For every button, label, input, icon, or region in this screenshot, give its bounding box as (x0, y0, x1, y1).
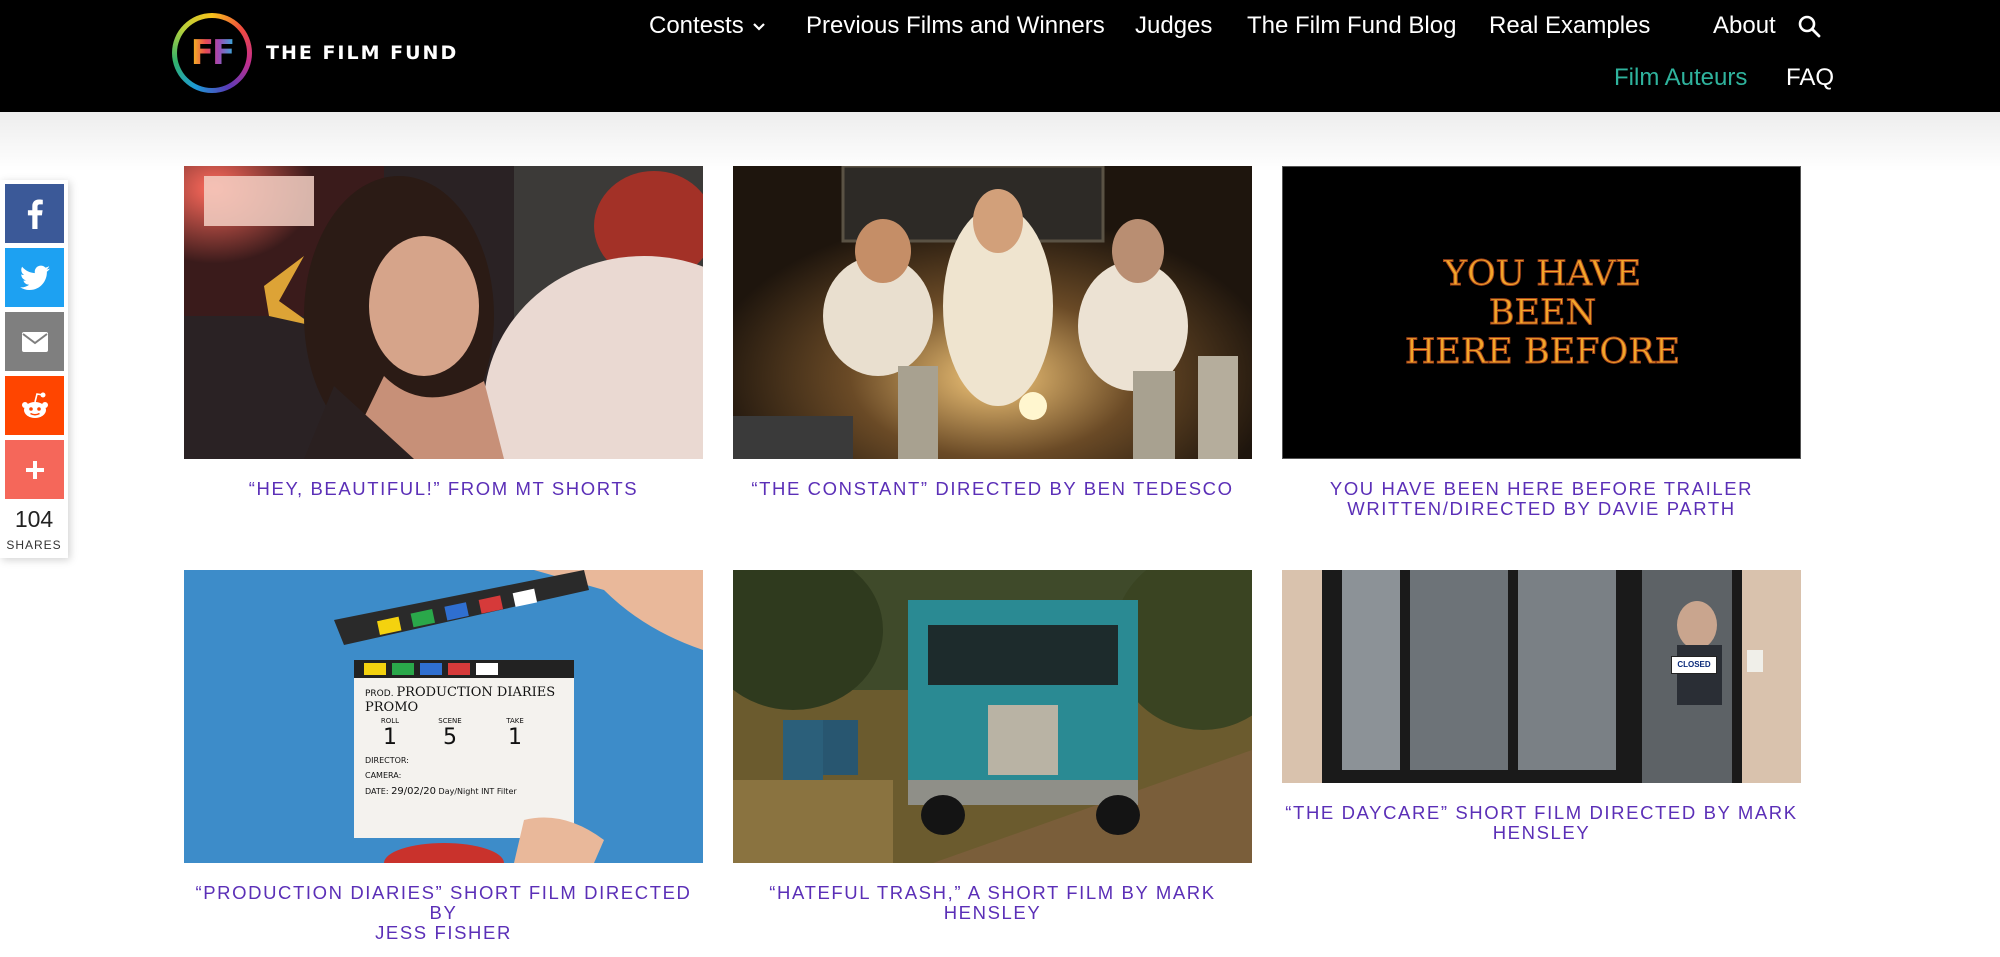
film-caption[interactable]: “THE CONSTANT” DIRECTED BY BEN TEDESCO (733, 479, 1252, 499)
film-card[interactable]: “HEY, BEAUTIFUL!” FROM MT SHORTS (184, 166, 703, 506)
thumbnail-title-line: YOU HAVE (1443, 254, 1642, 294)
share-sidebar (0, 180, 68, 558)
film-card[interactable]: “HATEFUL TRASH,” A SHORT FILM BY MARK HE… (733, 570, 1252, 950)
thumbnail-image (733, 570, 1252, 863)
film-caption[interactable]: “PRODUCTION DIARIES” SHORT FILM DIRECTED… (184, 883, 703, 943)
logo-ring: FF (172, 13, 252, 93)
thumbnail-image (733, 166, 1252, 459)
nav-contests[interactable]: Contests (649, 12, 766, 40)
closed-sign: CLOSED (1671, 656, 1717, 674)
search-icon[interactable] (1797, 14, 1821, 38)
nav-film-auteurs[interactable]: Film Auteurs (1614, 64, 1747, 92)
share-twitter-button[interactable] (5, 248, 64, 307)
film-card[interactable]: CLOSED “THE DAYCARE” SHORT FILM DIRECTED… (1282, 570, 1801, 870)
thumbnail-title-line: BEEN (1488, 293, 1597, 333)
clapperboard-slate: PROD. PRODUCTION DIARIES PROMO ROLL 1 SCE… (365, 685, 556, 797)
site-header: FF THE FILM FUND Contests Previous Films… (0, 0, 2000, 112)
nav-faq[interactable]: FAQ (1786, 64, 1834, 92)
nav-previous-films[interactable]: Previous Films and Winners (806, 12, 1105, 40)
film-card[interactable]: PROD. PRODUCTION DIARIES PROMO ROLL 1 SCE… (184, 570, 703, 950)
nav-about[interactable]: About (1713, 12, 1776, 40)
site-name: THE FILM FUND (266, 42, 459, 64)
share-email-button[interactable] (5, 312, 64, 371)
share-count: 104 (14, 506, 54, 532)
nav-judges[interactable]: Judges (1135, 12, 1212, 40)
site-logo[interactable]: FF THE FILM FUND (172, 13, 458, 93)
film-card[interactable]: YOU HAVE BEEN HERE BEFORE YOU HAVE BEEN … (1282, 166, 1801, 526)
share-facebook-button[interactable] (5, 184, 64, 243)
film-thumbnail[interactable]: YOU HAVE BEEN HERE BEFORE (1282, 166, 1801, 459)
email-icon (21, 331, 48, 352)
film-caption[interactable]: “HATEFUL TRASH,” A SHORT FILM BY MARK HE… (733, 883, 1252, 923)
share-more-button[interactable] (5, 440, 64, 499)
plus-icon (25, 460, 44, 479)
film-thumbnail[interactable] (184, 166, 703, 459)
logo-mark: FF (190, 33, 235, 73)
film-caption[interactable]: “THE DAYCARE” SHORT FILM DIRECTED BY MAR… (1282, 803, 1801, 843)
share-count-label: SHARES (6, 538, 62, 552)
film-caption[interactable]: YOU HAVE BEEN HERE BEFORE TRAILER WRITTE… (1282, 479, 1801, 519)
film-caption[interactable]: “HEY, BEAUTIFUL!” FROM MT SHORTS (184, 479, 703, 499)
film-thumbnail[interactable] (733, 166, 1252, 459)
film-thumbnail[interactable] (733, 570, 1252, 863)
thumbnail-image (184, 166, 703, 459)
thumbnail-image (1282, 570, 1801, 783)
film-thumbnail[interactable]: CLOSED (1282, 570, 1801, 783)
twitter-icon (19, 265, 50, 290)
reddit-icon (21, 392, 48, 418)
film-thumbnail[interactable]: PROD. PRODUCTION DIARIES PROMO ROLL 1 SCE… (184, 570, 703, 863)
chevron-down-icon (752, 22, 765, 31)
facebook-icon (27, 199, 43, 229)
share-reddit-button[interactable] (5, 376, 64, 435)
nav-blog[interactable]: The Film Fund Blog (1247, 12, 1456, 40)
nav-real-examples[interactable]: Real Examples (1489, 12, 1650, 40)
thumbnail-title-line: HERE BEFORE (1404, 332, 1681, 372)
film-card[interactable]: “THE CONSTANT” DIRECTED BY BEN TEDESCO (733, 166, 1252, 506)
